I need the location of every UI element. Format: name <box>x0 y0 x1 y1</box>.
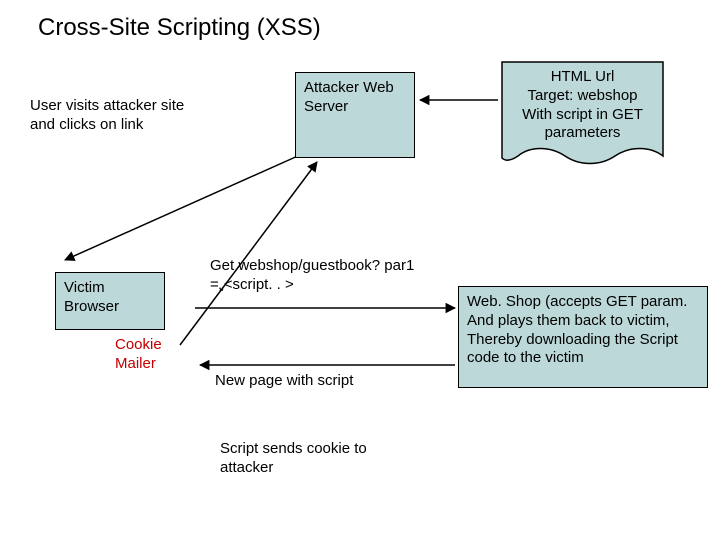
node-webshop-text: Web. Shop (accepts GET param. And plays … <box>467 293 699 368</box>
node-webshop: Web. Shop (accepts GET param. And plays … <box>458 286 708 388</box>
html-url-line3: With script in GET <box>510 106 655 125</box>
node-attacker-web-server: Attacker Web Server <box>295 72 415 158</box>
html-url-line2: Target: webshop <box>510 87 655 106</box>
label-new-page: New page with script <box>215 372 365 391</box>
label-sends-cookie: Script sends cookie to attacker <box>220 440 410 478</box>
node-html-url-doc: HTML Url Target: webshop With script in … <box>500 60 665 168</box>
node-attacker-web-server-text: Attacker Web Server <box>304 79 406 117</box>
node-victim-browser-text: Victim Browser <box>64 279 156 317</box>
node-cookie-mailer: Cookie Mailer <box>115 336 185 374</box>
slide-title: Cross-Site Scripting (XSS) <box>38 14 321 42</box>
node-html-url-text: HTML Url Target: webshop With script in … <box>510 68 655 143</box>
html-url-line4: parameters <box>510 124 655 143</box>
node-victim-browser: Victim Browser <box>55 272 165 330</box>
label-user-visits: User visits attacker site and clicks on … <box>30 97 200 135</box>
html-url-line1: HTML Url <box>510 68 655 87</box>
label-get-request: Get webshop/guestbook? par1 =„<script. .… <box>210 257 440 295</box>
